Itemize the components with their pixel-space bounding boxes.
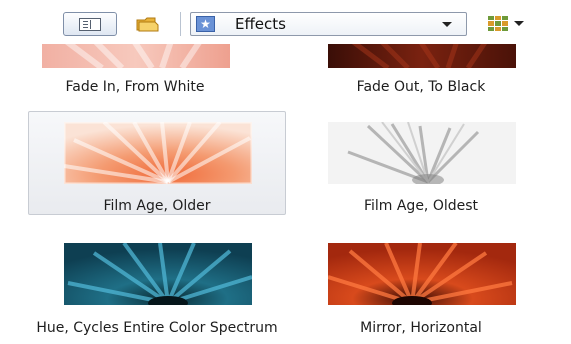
chevron-down-icon (514, 21, 524, 26)
effect-name: Hue, Cycles Entire Color Spectrum (36, 320, 278, 336)
preview-pane-toggle-button[interactable] (63, 12, 117, 36)
effect-tile[interactable]: Fade Out, To Black (292, 44, 550, 96)
effects-gallery: Fade In, From White Fade Out, To Black F… (0, 44, 571, 344)
chevron-down-icon (442, 22, 452, 27)
effect-tile[interactable]: Mirror, Horizontal (292, 234, 550, 344)
effect-thumbnail (328, 243, 516, 305)
star-icon: ★ (196, 16, 215, 32)
effect-name: Mirror, Horizontal (360, 320, 482, 336)
thumbnail-grid-icon (488, 16, 508, 31)
effect-thumbnail (328, 44, 516, 68)
effect-tile-selected[interactable]: Film Age, Older (28, 111, 286, 215)
effect-name: Film Age, Older (103, 198, 211, 214)
effect-thumbnail (328, 122, 516, 184)
effect-thumbnail (42, 44, 230, 68)
effect-tile[interactable]: Fade In, From White (6, 44, 264, 96)
effect-tile[interactable]: Film Age, Oldest (292, 111, 550, 215)
effect-thumbnail (64, 243, 252, 305)
collection-dropdown[interactable]: ★ Effects (190, 12, 467, 36)
effect-thumbnail (64, 122, 252, 184)
toolbar: ★ Effects (0, 0, 571, 44)
view-layout-button[interactable] (488, 12, 536, 36)
detail-pane-icon (79, 18, 101, 31)
effect-name: Fade In, From White (65, 79, 205, 95)
folder-icon (136, 17, 159, 32)
effect-name: Film Age, Oldest (363, 198, 479, 214)
dropdown-selected-value: Effects (235, 15, 286, 33)
toolbar-separator (180, 12, 181, 36)
effect-name: Fade Out, To Black (356, 79, 486, 95)
open-folder-button[interactable] (134, 12, 164, 36)
effect-tile[interactable]: Hue, Cycles Entire Color Spectrum (28, 234, 286, 344)
